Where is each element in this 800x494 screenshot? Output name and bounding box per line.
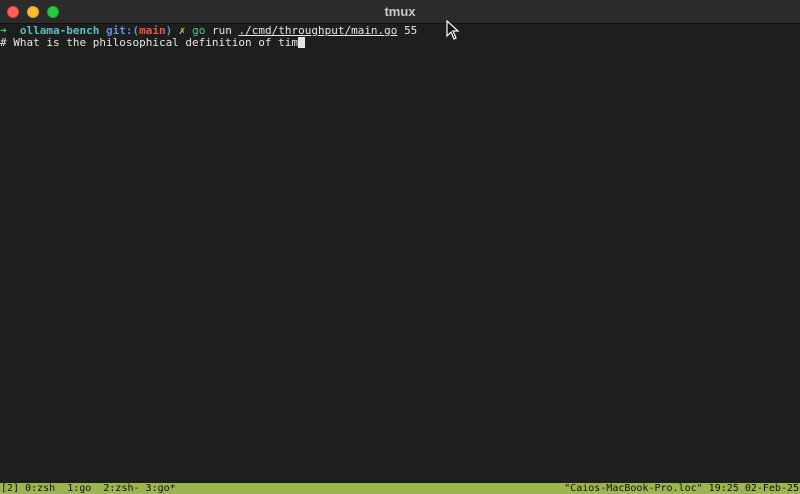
command-arg: 55 [404,24,418,37]
tmux-window-3[interactable]: 3:go* [146,483,176,494]
tmux-status-bar: [2] 0:zsh 1:go 2:zsh- 3:go* "Caios-MacBo… [0,483,800,494]
tmux-window-list: [2] 0:zsh 1:go 2:zsh- 3:go* [1,483,176,494]
terminal-pane[interactable]: ➜ ollama-bench git:(main) ✗ go run ./cmd… [0,24,800,483]
terminal-window: tmux ➜ ollama-bench git:(main) ✗ go run … [0,0,800,494]
tmux-window-1[interactable]: 1:go [67,483,91,494]
tmux-window-2[interactable]: 2:zsh- [103,483,139,494]
tmux-time: 19:25 [708,483,739,494]
tmux-status-right: "Caios-MacBook-Pro.loc" 19:25 02-Feb-25 [564,483,799,494]
tmux-host: "Caios-MacBook-Pro.loc" [564,483,703,494]
tmux-session: [2] [1,483,20,494]
output-text: # What is the philosophical definition o… [0,36,299,49]
title-bar[interactable]: tmux [0,0,800,24]
output-line: # What is the philosophical definition o… [0,36,306,49]
window-title: tmux [384,4,416,19]
tmux-window-0[interactable]: 0:zsh [25,483,55,494]
tmux-date: 02-Feb-25 [744,483,799,494]
text-cursor [298,37,306,48]
